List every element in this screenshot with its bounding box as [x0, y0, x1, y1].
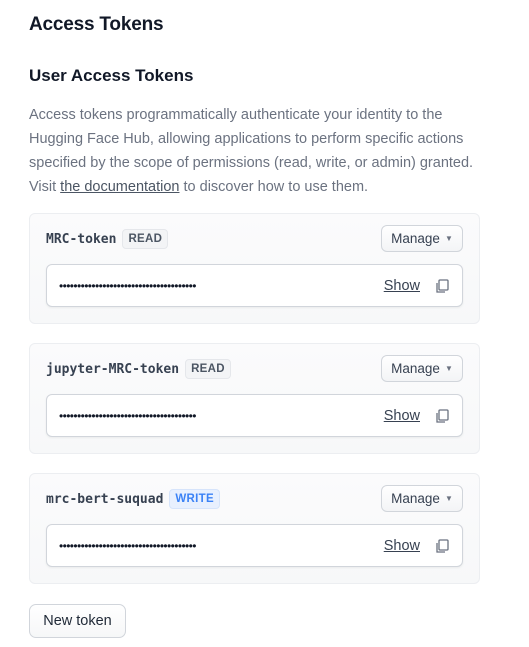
- page-title: Access Tokens: [29, 14, 164, 35]
- description-text-end: to discover how to use them.: [179, 179, 369, 195]
- new-token-button-label: New token: [43, 613, 112, 629]
- section-description: Access tokens programmatically authentic…: [29, 103, 489, 199]
- token-value-field[interactable]: •••••••••••••••••••••••••••••••••••••• S…: [46, 524, 463, 567]
- manage-button[interactable]: Manage ▼: [381, 355, 463, 382]
- chevron-down-icon: ▼: [444, 234, 453, 243]
- token-value-field[interactable]: •••••••••••••••••••••••••••••••••••••• S…: [46, 394, 463, 437]
- token-masked-value: ••••••••••••••••••••••••••••••••••••••: [59, 408, 196, 423]
- token-card-mrc-token: MRC-token READ Manage ▼ ••••••••••••••••…: [29, 213, 480, 324]
- new-token-button[interactable]: New token: [29, 604, 126, 638]
- chevron-down-icon: ▼: [444, 494, 453, 503]
- token-name: jupyter-MRC-token: [46, 361, 180, 377]
- copy-icon[interactable]: [434, 538, 450, 554]
- manage-button-label: Manage: [391, 491, 440, 506]
- chevron-down-icon: ▼: [444, 364, 453, 373]
- manage-button-label: Manage: [391, 361, 440, 376]
- token-name: mrc-bert-suquad: [46, 491, 164, 507]
- access-tokens-page: Access Tokens User Access Tokens Access …: [0, 0, 529, 638]
- copy-icon[interactable]: [434, 278, 450, 294]
- token-value-field[interactable]: •••••••••••••••••••••••••••••••••••••• S…: [46, 264, 463, 307]
- documentation-link[interactable]: the documentation: [60, 179, 179, 195]
- section-title: User Access Tokens: [29, 66, 194, 85]
- token-card-jupyter-mrc-token: jupyter-MRC-token READ Manage ▼ ••••••••…: [29, 343, 480, 454]
- show-token-button[interactable]: Show: [384, 408, 420, 424]
- copy-icon[interactable]: [434, 408, 450, 424]
- token-card-mrc-bert-suquad: mrc-bert-suquad WRITE Manage ▼ •••••••••…: [29, 473, 480, 584]
- token-name: MRC-token: [46, 231, 117, 247]
- show-token-button[interactable]: Show: [384, 278, 420, 294]
- token-masked-value: ••••••••••••••••••••••••••••••••••••••: [59, 538, 196, 553]
- token-role-badge: READ: [185, 359, 231, 379]
- token-role-badge: READ: [122, 229, 169, 249]
- token-masked-value: ••••••••••••••••••••••••••••••••••••••: [59, 278, 196, 293]
- token-role-badge: WRITE: [169, 489, 220, 509]
- manage-button[interactable]: Manage ▼: [381, 485, 463, 512]
- manage-button[interactable]: Manage ▼: [381, 225, 463, 252]
- manage-button-label: Manage: [391, 231, 440, 246]
- show-token-button[interactable]: Show: [384, 538, 420, 554]
